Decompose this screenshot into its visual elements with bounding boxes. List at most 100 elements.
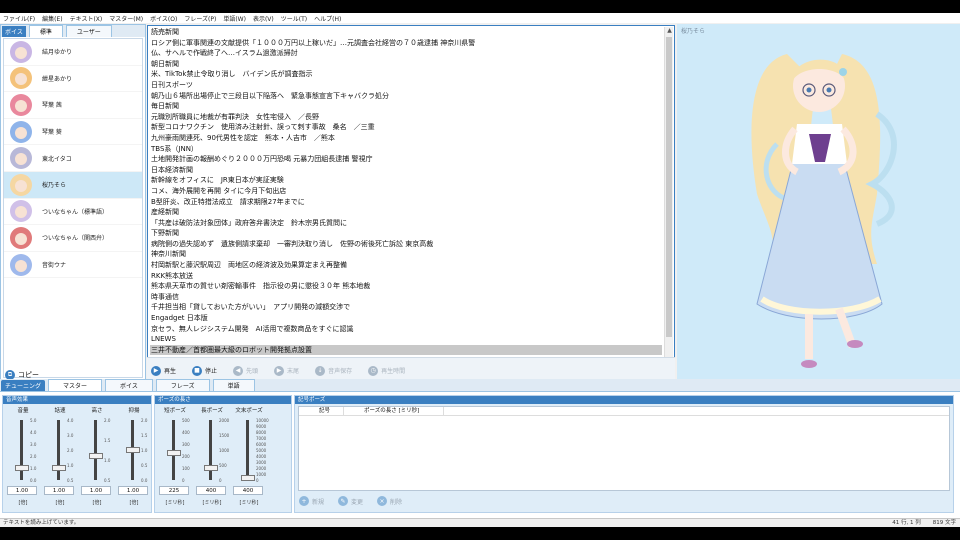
tuning-title: チューニング (1, 380, 46, 391)
slider-knob[interactable] (167, 450, 181, 456)
slider-label: 長ポーズ (201, 408, 223, 414)
slider-tick: 0.5 (141, 463, 148, 468)
playbar-button[interactable]: ↓ 音声保存 (315, 365, 352, 376)
voice-item[interactable]: ついなちゃん（標準語） (4, 199, 142, 226)
menu-item[interactable]: 表示(V) (253, 14, 274, 23)
menu-item[interactable]: ツール(T) (281, 14, 307, 23)
slider-value-input[interactable]: 400 (196, 486, 226, 495)
slider-unit: [倍] (55, 500, 65, 506)
slider-tick: 5.0 (30, 418, 37, 423)
slider-knob[interactable] (241, 474, 255, 481)
playbar-button[interactable]: ▶ 再生 (151, 365, 177, 376)
slider-track[interactable] (20, 420, 23, 480)
menu-item[interactable]: ファイル(F) (3, 14, 35, 23)
voice-item[interactable]: 結月ゆかり (4, 39, 142, 66)
voice-name: ついなちゃん（標準語） (42, 208, 109, 216)
playbar-button[interactable]: ■ 停止 (192, 365, 217, 376)
slider-tick: 2.0 (67, 448, 74, 453)
menu-item[interactable]: ボイス(O) (150, 14, 177, 23)
slider-tick: 0.5 (104, 478, 111, 483)
symbol-pause-action[interactable]: + 新規 (299, 496, 324, 506)
slider: 話速 4.0 3.0 2.0 1.0 0.5 1.00 [倍] (42, 406, 78, 512)
text-line: 朝日新聞 (151, 59, 179, 68)
tab-standard[interactable]: 標準 (28, 25, 63, 37)
voice-tabs: ボイス 標準 ユーザー (1, 25, 145, 37)
text-line: 神奈川新聞 (151, 250, 186, 259)
slider-track[interactable] (246, 420, 249, 480)
menu-item[interactable]: 編集(E) (42, 14, 62, 23)
character-illustration (751, 54, 897, 368)
slider-tick: 0 (182, 478, 185, 483)
slider-knob[interactable] (89, 453, 103, 459)
slider-track[interactable] (57, 420, 60, 480)
column-pause-length[interactable]: ポーズの長さ [ミリ秒] (344, 407, 444, 415)
playbar-button[interactable]: ◀ 先頭 (233, 365, 258, 376)
text-line: 読売新聞 (151, 28, 179, 36)
voice-avatar (10, 173, 32, 196)
slider-value-input[interactable]: 1.00 (7, 486, 37, 495)
voice-avatar (10, 120, 32, 143)
tab-phrase[interactable]: フレーズ (155, 379, 210, 391)
slider-value-input[interactable]: 1.00 (44, 486, 74, 495)
voice-item[interactable]: 紲星あかり (4, 66, 142, 93)
slider-tick: 2.0 (104, 418, 111, 423)
symbol-pause-action[interactable]: × 削除 (377, 496, 402, 506)
slider-track[interactable] (94, 420, 97, 480)
slider-unit: [ミリ秒] (202, 500, 222, 506)
menu-item[interactable]: 単語(W) (223, 14, 246, 23)
column-symbol[interactable]: 記号 (299, 407, 344, 415)
pause-length-group: ポーズの長さ 短ポーズ 500 400 300 200 100 0 225 [ミリ秒] 長ポーズ 2… (154, 395, 292, 513)
voice-name: 琴葉 葵 (42, 129, 62, 137)
voice-item[interactable]: 東北イタコ (4, 145, 142, 172)
menu-item[interactable]: テキスト(X) (70, 14, 103, 23)
playbar-label: 再生時間 (381, 368, 406, 375)
symbol-pause-group: 記号ポーズ 記号 ポーズの長さ [ミリ秒] + 新規 ✎ 変更 × 削除 (294, 395, 954, 513)
slider-tick: 2000 (219, 418, 230, 423)
slider-knob[interactable] (126, 447, 140, 453)
slider-tick: 4.0 (30, 430, 37, 435)
slider-tick: 300 (182, 442, 190, 447)
slider-ticks: 10000 9000 8000 7000 6000 5000 4000 3000 2000 100… (256, 418, 269, 483)
slider-value-input[interactable]: 1.00 (118, 486, 148, 495)
slider-knob[interactable] (204, 465, 218, 471)
slider-tick: 1.5 (141, 433, 148, 438)
text-scrollbar[interactable]: ▲ ▼ (664, 27, 673, 367)
slider-knob[interactable] (15, 465, 29, 471)
menu-item[interactable]: マスター(M) (109, 14, 143, 23)
voice-item[interactable]: ついなちゃん（関西弁） (4, 225, 142, 252)
voice-item[interactable]: 音街ウナ (4, 252, 142, 279)
voice-item[interactable]: 琴葉 葵 (4, 119, 142, 146)
playbar-button[interactable]: ◷ 再生時間 (368, 365, 406, 376)
tab-user[interactable]: ユーザー (65, 25, 112, 37)
playbar-button[interactable]: ▶ 末尾 (274, 365, 299, 376)
scroll-thumb[interactable] (666, 37, 672, 337)
slider-knob[interactable] (52, 465, 66, 471)
playbar-icon: ◀ (233, 365, 244, 376)
text-line: 九州豪雨関連死、90代男性を認定 熊本・人吉市 ／熊本 (151, 133, 335, 142)
tab-voice[interactable]: ボイス (105, 379, 153, 391)
menu-item[interactable]: フレーズ(P) (184, 14, 216, 23)
slider-tick: 2.0 (141, 418, 148, 423)
tab-word[interactable]: 単語 (212, 379, 255, 391)
voice-item[interactable]: 琴葉 茜 (4, 92, 142, 119)
tab-master[interactable]: マスター (48, 379, 103, 391)
slider-value-input[interactable]: 400 (233, 486, 263, 495)
slider-value-input[interactable]: 225 (159, 486, 189, 495)
slider: 文末ポーズ 10000 9000 8000 7000 6000 5000 4000 3000 20… (231, 406, 269, 512)
slider-ticks: 5.0 4.0 3.0 2.0 1.0 0.0 (30, 418, 42, 483)
voice-item[interactable]: 桜乃そら (4, 171, 142, 199)
voice-avatar (10, 226, 32, 249)
text-line: LNEWS (151, 335, 176, 344)
voice-name: 琴葉 茜 (42, 102, 62, 110)
symbol-pause-action[interactable]: ✎ 変更 (338, 496, 363, 506)
slider-tick: 1000 (219, 448, 230, 453)
text-line: 毎日新聞 (151, 102, 179, 111)
slider-track[interactable] (209, 420, 212, 480)
text-editor[interactable]: 読売新聞 ロシア側に軍事関連の文献提供「１０００万円以上稼いだ」…元調査会社経営の… (150, 27, 662, 367)
menu-item[interactable]: ヘルプ(H) (314, 14, 341, 23)
scroll-up-icon[interactable]: ▲ (665, 27, 674, 36)
slider-tick: 1.5 (104, 438, 111, 443)
slider-value-input[interactable]: 1.00 (81, 486, 111, 495)
playbar-label: 再生 (164, 368, 177, 375)
symbol-pause-table[interactable]: 記号 ポーズの長さ [ミリ秒] (298, 406, 950, 491)
